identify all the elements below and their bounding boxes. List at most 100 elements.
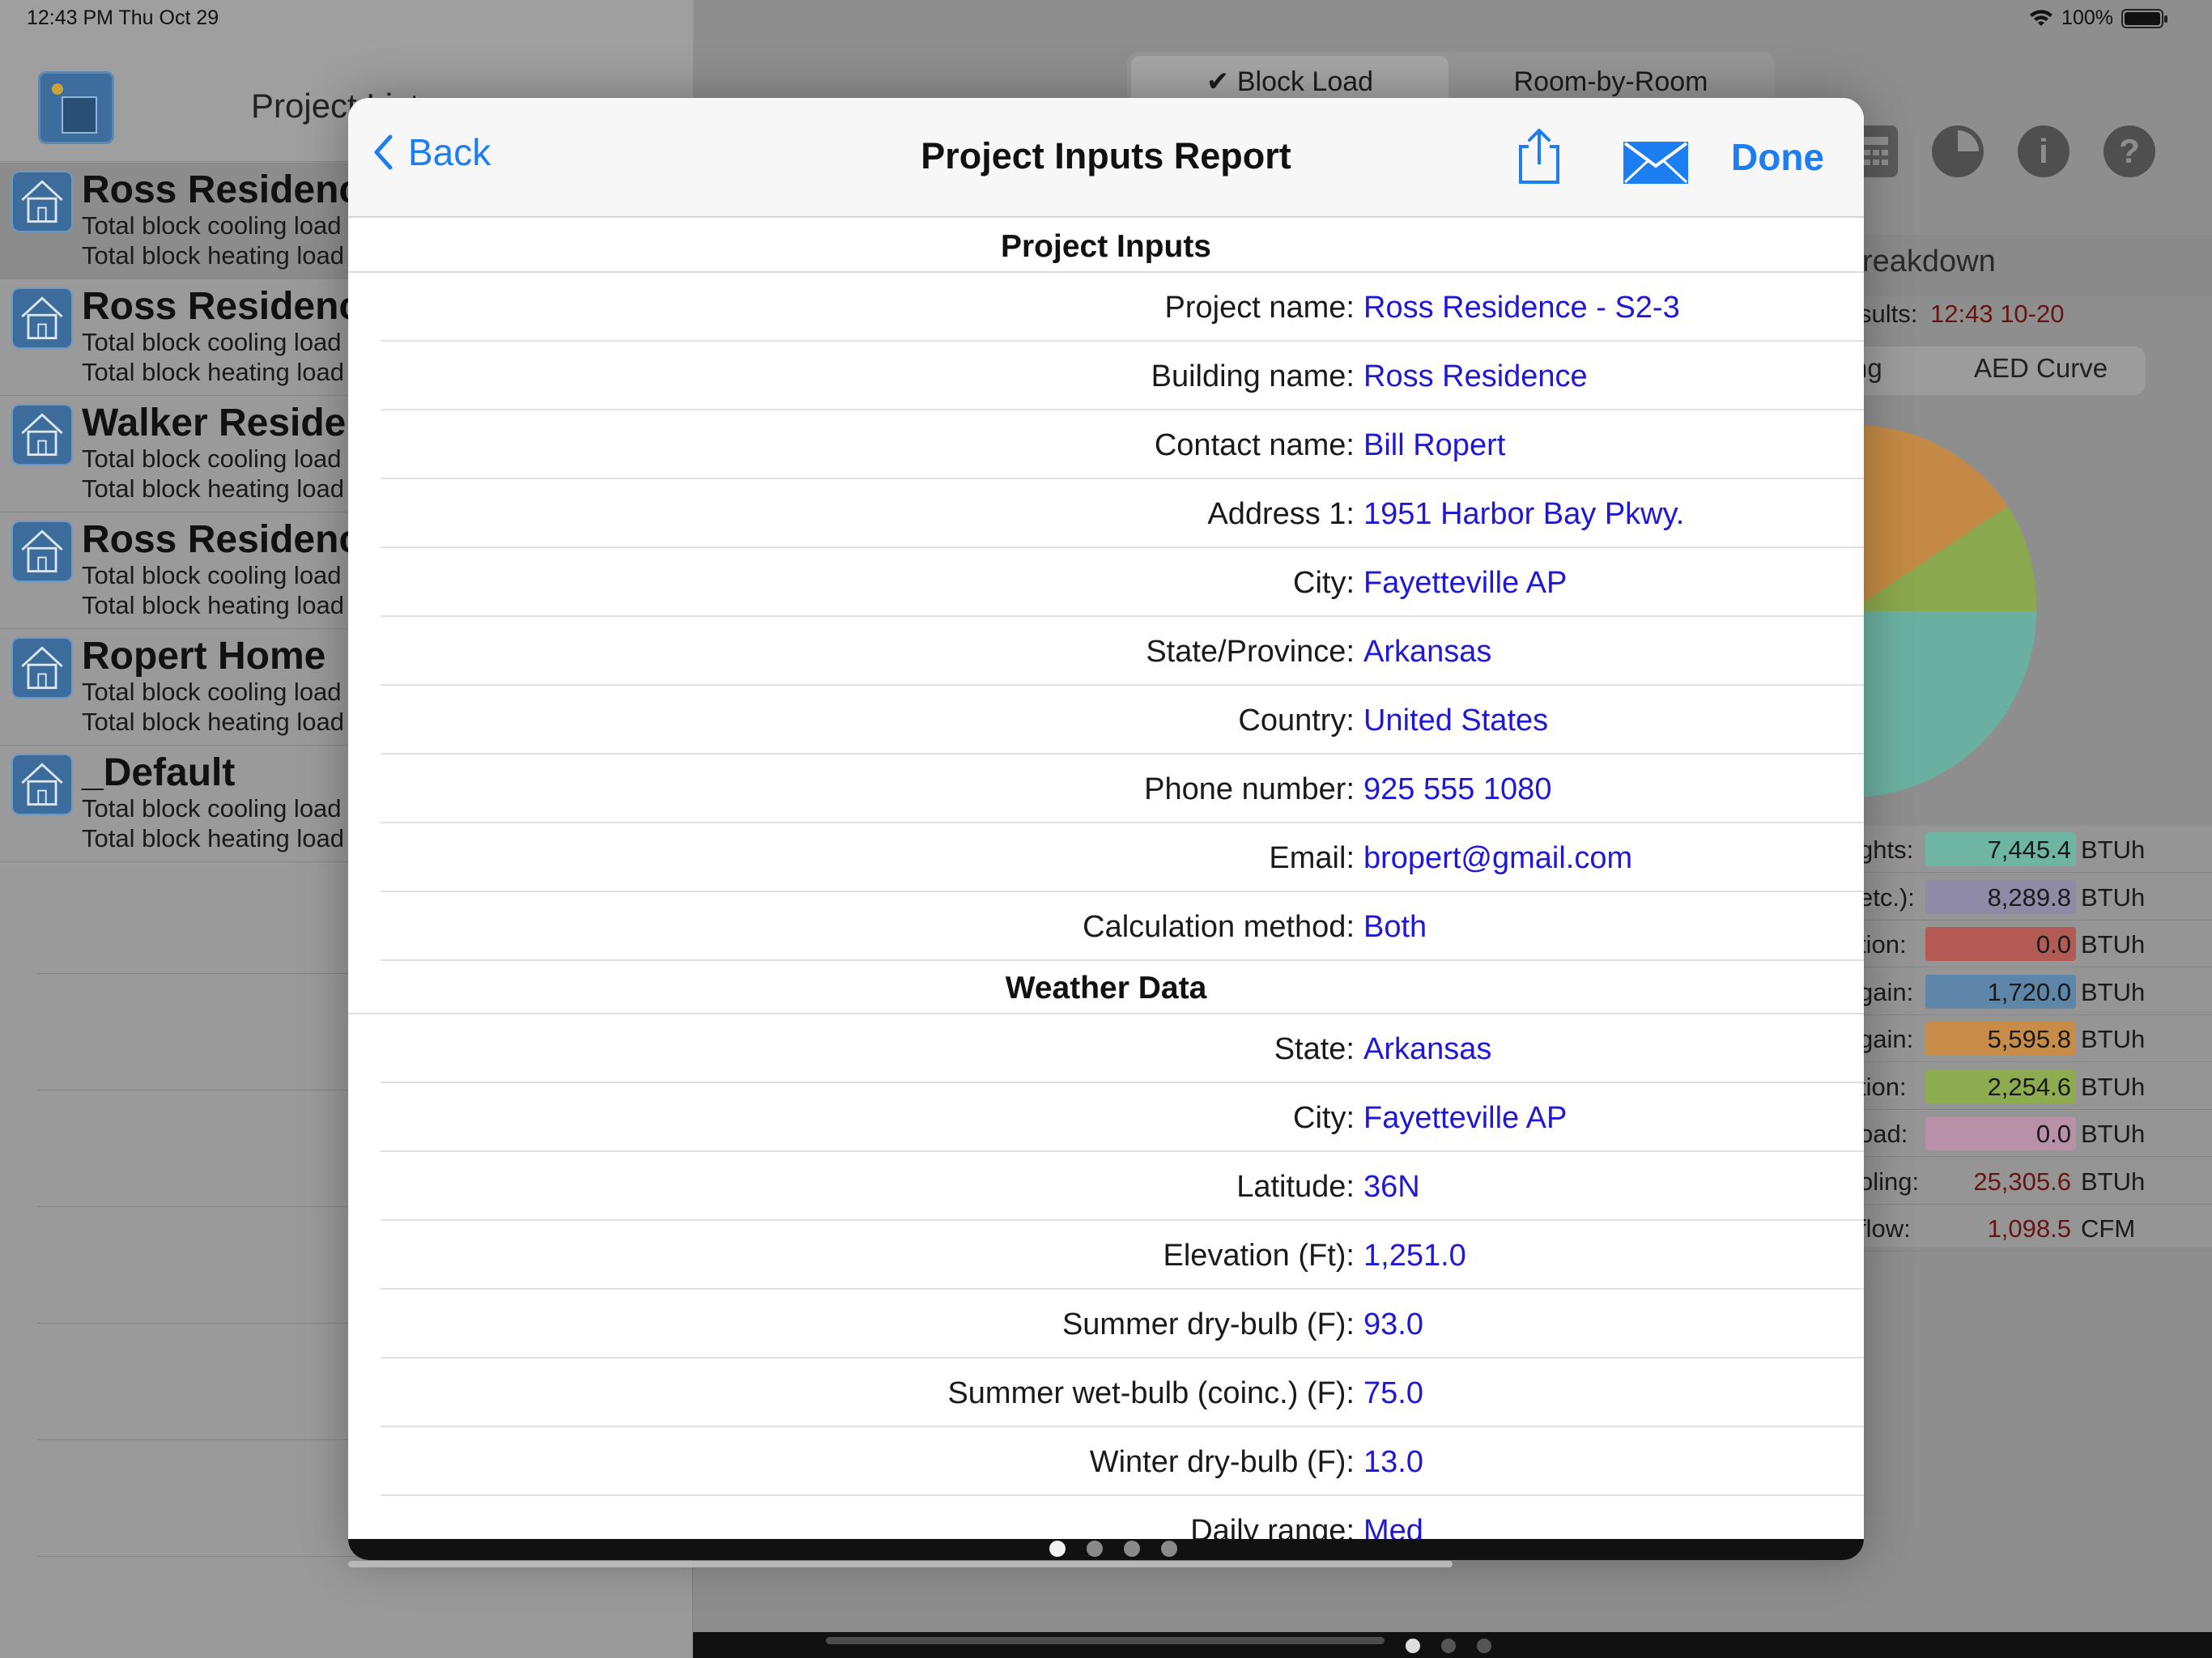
project-heating-label: Total block heating load: [82, 474, 345, 503]
report-row-value: 1,251.0: [1363, 1239, 1466, 1273]
status-right: 100%: [2029, 6, 2167, 30]
legend-value: 8,289.8: [1987, 882, 2071, 912]
report-row: State: Arkansas: [381, 1014, 1864, 1083]
done-button[interactable]: Done: [1731, 135, 1824, 179]
page-dot[interactable]: [1087, 1541, 1103, 1557]
report-row-label: Summer dry-bulb (F):: [1061, 1307, 1355, 1341]
report-row-label: Building name:: [1151, 359, 1355, 393]
legend-row: tion: 0.0 BTUh: [1859, 922, 2212, 967]
house-icon: [11, 287, 73, 349]
legend-unit: BTUh: [2081, 882, 2146, 912]
legend-value: 0.0: [2035, 930, 2071, 959]
project-heating-label: Total block heating load: [82, 708, 345, 736]
report-row: Building name: Ross Residence: [381, 342, 1864, 410]
legend-unit: BTUh: [2081, 1025, 2146, 1053]
report-row-value: 925 555 1080: [1363, 772, 1552, 806]
report-row-label: City:: [1293, 566, 1355, 600]
pie-chart-icon[interactable]: [1932, 125, 1984, 177]
legend-unit: BTUh: [2081, 1167, 2146, 1196]
app-logo-icon[interactable]: [38, 71, 114, 144]
status-time: 12:43 PM Thu Oct 29: [27, 6, 219, 29]
report-row: Calculation method: Both: [381, 892, 1864, 961]
report-row-value: 93.0: [1363, 1307, 1423, 1341]
help-icon[interactable]: ?: [2104, 125, 2155, 177]
info-icon[interactable]: i: [2018, 125, 2069, 177]
report-row-value: United States: [1363, 704, 1549, 738]
report-row-value: Both: [1363, 910, 1427, 944]
page-dot[interactable]: [1124, 1541, 1140, 1557]
report-row-value: Arkansas: [1363, 1032, 1492, 1066]
report-row: Winter dry-bulb (F): 13.0: [381, 1427, 1864, 1496]
page-dot[interactable]: [1049, 1541, 1066, 1557]
legend-unit: BTUh: [2081, 930, 2146, 959]
report-section-header: Weather Data: [348, 961, 1864, 1014]
legend-row: oling: 25,305.6 BTUh: [1859, 1159, 2212, 1205]
legend-label: etc.):: [1859, 882, 1915, 912]
report-row-value: Bill Ropert: [1363, 428, 1506, 462]
legend-label: tion:: [1859, 1072, 1907, 1101]
report-row: State/Province: Arkansas: [381, 617, 1864, 686]
legend-value: 2,254.6: [1987, 1072, 2071, 1101]
project-name: Ross Residence: [82, 285, 382, 328]
report-row-label: Contact name:: [1154, 428, 1355, 462]
page-dot[interactable]: [1441, 1639, 1456, 1653]
modal-navigation-bar: Back Project Inputs Report Done: [348, 98, 1864, 218]
pie-slice-teal: [1850, 611, 2036, 797]
legend-value: 25,305.6: [1973, 1167, 2071, 1196]
report-row-value: Ross Residence: [1363, 359, 1588, 393]
project-inputs-report-modal: Back Project Inputs Report Done Project …: [348, 98, 1864, 1560]
report-row-label: Latitude:: [1236, 1170, 1355, 1204]
tab-aed-curve[interactable]: AED Curve: [1974, 353, 2108, 384]
report-row-value: 75.0: [1363, 1376, 1423, 1410]
house-icon: [11, 521, 73, 582]
mail-icon[interactable]: [1622, 140, 1690, 185]
report-row-label: Winter dry-bulb (F):: [1089, 1445, 1355, 1479]
report-row-value: Fayetteville AP: [1363, 566, 1568, 600]
results-page-dots: [1406, 1639, 1491, 1653]
results-toolbar: i ?: [1854, 125, 2155, 177]
report-row: Latitude: 36N: [381, 1152, 1864, 1221]
legend-row: flow: 1,098.5 CFM: [1859, 1206, 2212, 1252]
page-dot[interactable]: [1477, 1639, 1491, 1653]
legend-unit: BTUh: [2081, 835, 2146, 864]
report-row: Elevation (Ft): 1,251.0: [381, 1221, 1864, 1290]
project-name: _Default: [82, 751, 236, 794]
legend-unit: BTUh: [2081, 1072, 2146, 1101]
legend-value: 1,720.0: [1987, 977, 2071, 1006]
report-row: Contact name: Bill Ropert: [381, 410, 1864, 479]
results-timestamp: 12:43 10-20: [1930, 300, 2065, 328]
legend-value: 1,098.5: [1987, 1214, 2071, 1243]
report-row-value: Fayetteville AP: [1363, 1101, 1568, 1135]
legend-unit: BTUh: [2081, 977, 2146, 1006]
report-row-label: Address 1:: [1207, 497, 1355, 531]
project-cooling-label: Total block cooling load: [82, 444, 342, 473]
page-dot[interactable]: [1406, 1639, 1420, 1653]
report-row: City: Fayetteville AP: [381, 1083, 1864, 1152]
house-icon: [11, 404, 73, 466]
report-row-label: Summer wet-bulb (coinc.) (F):: [947, 1376, 1355, 1410]
report-row-value: bropert@gmail.com: [1363, 841, 1633, 875]
project-name: Ross Residence: [82, 518, 382, 561]
report-row-value: 13.0: [1363, 1445, 1423, 1479]
legend-row: gain: 5,595.8 BTUh: [1859, 1017, 2212, 1062]
legend-value: 7,445.4: [1987, 835, 2071, 864]
legend-label: flow:: [1859, 1214, 1911, 1243]
report-row-label: State/Province:: [1146, 635, 1355, 669]
report-row-label: Country:: [1238, 704, 1355, 738]
report-content[interactable]: Project Inputs Project name: Ross Residenc…: [348, 219, 1864, 1547]
share-icon[interactable]: [1514, 127, 1564, 185]
scroll-indicator: [348, 1561, 1453, 1567]
report-row-value: Arkansas: [1363, 635, 1492, 669]
breakdown-title: reakdown: [1862, 244, 1996, 278]
report-row: Summer wet-bulb (coinc.) (F): 75.0: [381, 1358, 1864, 1427]
report-page-dots: [1049, 1541, 1177, 1557]
legend-value: 5,595.8: [1987, 1025, 2071, 1053]
report-row: Phone number: 925 555 1080: [381, 755, 1864, 823]
page-dot[interactable]: [1161, 1541, 1177, 1557]
project-cooling-label: Total block cooling load: [82, 561, 342, 589]
legend-unit: BTUh: [2081, 1120, 2146, 1148]
legend-label: gain:: [1859, 1025, 1914, 1053]
report-row: Address 1: 1951 Harbor Bay Pkwy.: [381, 479, 1864, 548]
project-name: Ropert Home: [82, 635, 326, 678]
project-heating-label: Total block heating load: [82, 824, 345, 852]
